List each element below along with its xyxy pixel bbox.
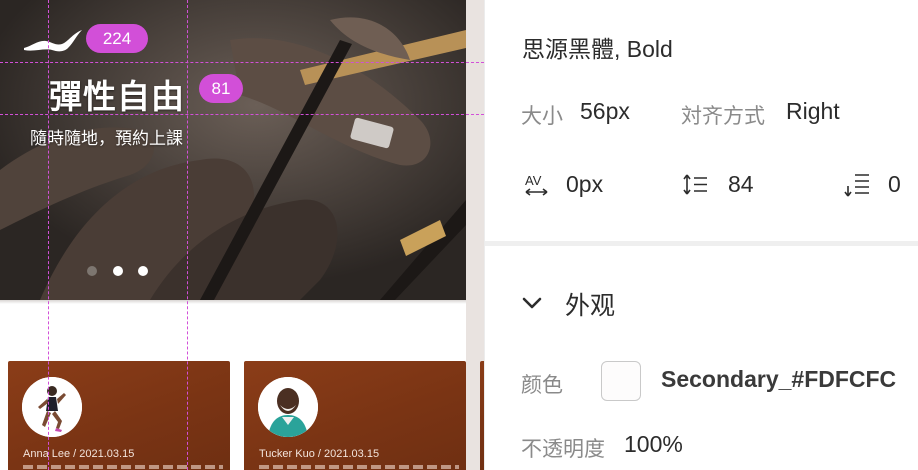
alignment-guide	[48, 0, 49, 470]
card-description	[23, 465, 223, 469]
avatar-image	[22, 377, 82, 437]
spacing-measure-badge: 224	[86, 24, 148, 53]
avatar	[258, 377, 318, 437]
color-name-field[interactable]: Secondary_#FDFCFC	[661, 366, 896, 393]
avatar	[22, 377, 82, 437]
hero-shadow	[0, 300, 466, 304]
font-family-dropdown[interactable]: 思源黑體, Bold	[522, 30, 673, 64]
alignment-label: 対齐方式	[681, 105, 765, 128]
design-canvas[interactable]: 彈性自由 隨時隨地，預約上課 224 81 Anna Lee / 2021.03…	[0, 0, 484, 470]
character-spacing-icon: AV	[525, 173, 548, 196]
hero-subtitle[interactable]: 隨時隨地，預約上課	[30, 124, 183, 149]
line-spacing-field[interactable]: 84	[728, 171, 754, 198]
font-size-field[interactable]: 56px	[580, 98, 630, 125]
section-divider	[485, 241, 918, 246]
line-spacing-icon	[683, 174, 707, 195]
card-description	[259, 465, 459, 469]
carousel-dot-2[interactable]	[113, 266, 123, 276]
color-label: 颜色	[521, 374, 563, 397]
spacing-measure-badge: 81	[199, 74, 243, 103]
paragraph-spacing-icon	[844, 174, 869, 197]
svg-text:AV: AV	[525, 173, 542, 188]
opacity-label: 不透明度	[521, 438, 605, 461]
appearance-section-title[interactable]: 外观	[565, 286, 615, 322]
instructor-card[interactable]: Tucker Kuo / 2021.03.15	[244, 361, 466, 470]
chevron-down-icon[interactable]	[521, 294, 543, 312]
brand-logo	[24, 30, 82, 52]
color-swatch[interactable]	[601, 361, 641, 401]
alignment-guide	[0, 62, 484, 63]
hero-title[interactable]: 彈性自由	[49, 70, 185, 118]
character-spacing-field[interactable]: 0px	[566, 171, 603, 198]
alignment-guide	[0, 114, 484, 115]
instructor-card[interactable]: Anna Lee / 2021.03.15	[8, 361, 230, 470]
inspector-panel: 思源黑體, Bold 大小 56px 対齐方式 Right AV 0px 84 …	[484, 0, 918, 470]
opacity-field[interactable]: 100%	[624, 431, 683, 458]
alignment-guide	[187, 0, 188, 470]
alignment-field[interactable]: Right	[786, 98, 840, 125]
carousel-dot-1[interactable]	[87, 266, 97, 276]
font-size-label: 大小	[521, 105, 563, 128]
card-author-date: Tucker Kuo / 2021.03.15	[259, 448, 380, 460]
paragraph-spacing-field[interactable]: 0	[888, 171, 901, 198]
carousel-dot-3[interactable]	[138, 266, 148, 276]
card-author-date: Anna Lee / 2021.03.15	[23, 448, 135, 460]
avatar-image	[258, 377, 318, 437]
hero-banner[interactable]: 彈性自由 隨時隨地，預約上課	[0, 0, 466, 300]
